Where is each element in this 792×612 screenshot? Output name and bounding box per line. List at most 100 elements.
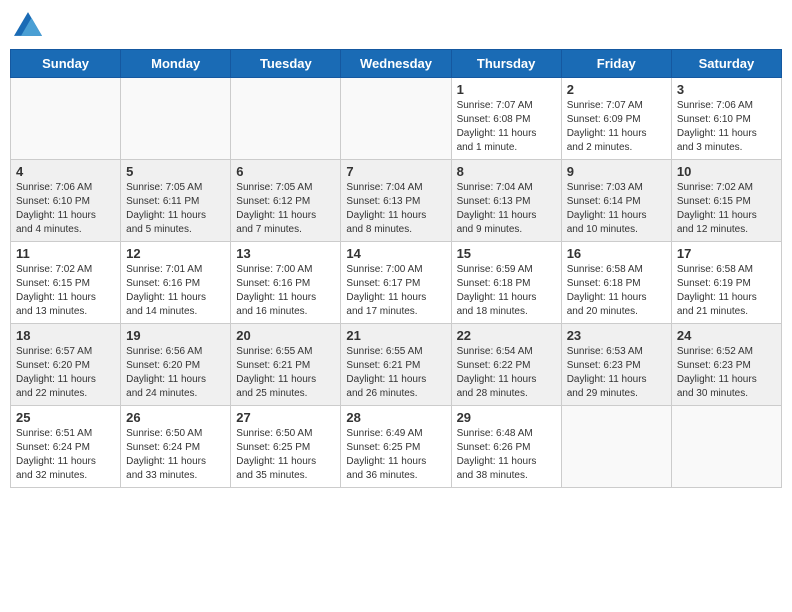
day-info: Sunrise: 7:03 AM Sunset: 6:14 PM Dayligh…	[567, 181, 666, 237]
cell-week4-day6: 24Sunrise: 6:52 AM Sunset: 6:23 PM Dayli…	[671, 324, 781, 406]
cell-week1-day2	[231, 78, 341, 160]
day-number: 12	[126, 246, 225, 261]
day-info: Sunrise: 7:05 AM Sunset: 6:11 PM Dayligh…	[126, 181, 225, 237]
cell-week2-day4: 8 Sunrise: 7:04 AM Sunset: 6:13 PM Daylig…	[451, 160, 561, 242]
day-number: 26	[126, 410, 225, 425]
cell-week5-day0: 25 Sunrise: 6:51 AM Sunset: 6:24 PM Dayli…	[11, 406, 121, 488]
week-row-4: 18 Sunrise: 6:57 AM Sunset: 6:20 PM Dayli…	[11, 324, 782, 406]
week-row-1: 1 Sunrise: 7:07 AM Sunset: 6:08 PM Daylig…	[11, 78, 782, 160]
day-info: Sunrise: 7:06 AM Sunset: 6:10 PM Dayligh…	[677, 99, 776, 155]
cell-week1-day3	[341, 78, 451, 160]
day-info: Sunrise: 7:04 AM Sunset: 6:13 PM Dayligh…	[457, 181, 556, 237]
cell-week3-day5: 16Sunrise: 6:58 AM Sunset: 6:18 PM Dayli…	[561, 242, 671, 324]
day-number: 10	[677, 164, 776, 179]
cell-week3-day4: 15 Sunrise: 6:59 AM Sunset: 6:18 PM Dayli…	[451, 242, 561, 324]
day-info: Sunrise: 6:57 AM Sunset: 6:20 PM Dayligh…	[16, 345, 115, 401]
cell-week5-day4: 29Sunrise: 6:48 AM Sunset: 6:26 PM Dayli…	[451, 406, 561, 488]
cell-week5-day5	[561, 406, 671, 488]
day-number: 15	[457, 246, 556, 261]
day-number: 19	[126, 328, 225, 343]
day-number: 6	[236, 164, 335, 179]
day-number: 8	[457, 164, 556, 179]
cell-week3-day2: 13 Sunrise: 7:00 AM Sunset: 6:16 PM Dayli…	[231, 242, 341, 324]
day-number: 9	[567, 164, 666, 179]
day-number: 13	[236, 246, 335, 261]
day-info: Sunrise: 7:00 AM Sunset: 6:16 PM Dayligh…	[236, 263, 335, 319]
header-saturday: Saturday	[671, 50, 781, 78]
day-info: Sunrise: 6:48 AM Sunset: 6:26 PM Dayligh…	[457, 427, 556, 483]
day-info: Sunrise: 6:50 AM Sunset: 6:25 PM Dayligh…	[236, 427, 335, 483]
logo-icon	[14, 12, 42, 36]
day-info: Sunrise: 7:05 AM Sunset: 6:12 PM Dayligh…	[236, 181, 335, 237]
day-number: 16	[567, 246, 666, 261]
day-number: 21	[346, 328, 445, 343]
cell-week2-day0: 4 Sunrise: 7:06 AM Sunset: 6:10 PM Daylig…	[11, 160, 121, 242]
weekday-header-row: SundayMondayTuesdayWednesdayThursdayFrid…	[11, 50, 782, 78]
day-number: 17	[677, 246, 776, 261]
day-number: 22	[457, 328, 556, 343]
page-header	[10, 10, 782, 41]
day-info: Sunrise: 7:01 AM Sunset: 6:16 PM Dayligh…	[126, 263, 225, 319]
day-info: Sunrise: 6:55 AM Sunset: 6:21 PM Dayligh…	[236, 345, 335, 401]
day-info: Sunrise: 6:59 AM Sunset: 6:18 PM Dayligh…	[457, 263, 556, 319]
week-row-5: 25 Sunrise: 6:51 AM Sunset: 6:24 PM Dayli…	[11, 406, 782, 488]
day-number: 14	[346, 246, 445, 261]
day-info: Sunrise: 7:07 AM Sunset: 6:08 PM Dayligh…	[457, 99, 556, 155]
day-number: 18	[16, 328, 115, 343]
cell-week2-day1: 5 Sunrise: 7:05 AM Sunset: 6:11 PM Daylig…	[121, 160, 231, 242]
cell-week5-day6	[671, 406, 781, 488]
logo	[14, 10, 44, 41]
cell-week4-day5: 23 Sunrise: 6:53 AM Sunset: 6:23 PM Dayli…	[561, 324, 671, 406]
week-row-2: 4 Sunrise: 7:06 AM Sunset: 6:10 PM Daylig…	[11, 160, 782, 242]
cell-week5-day1: 26 Sunrise: 6:50 AM Sunset: 6:24 PM Dayli…	[121, 406, 231, 488]
calendar-table: SundayMondayTuesdayWednesdayThursdayFrid…	[10, 49, 782, 488]
week-row-3: 11 Sunrise: 7:02 AM Sunset: 6:15 PM Dayli…	[11, 242, 782, 324]
cell-week3-day6: 17Sunrise: 6:58 AM Sunset: 6:19 PM Dayli…	[671, 242, 781, 324]
day-info: Sunrise: 6:54 AM Sunset: 6:22 PM Dayligh…	[457, 345, 556, 401]
day-number: 1	[457, 82, 556, 97]
cell-week1-day4: 1 Sunrise: 7:07 AM Sunset: 6:08 PM Daylig…	[451, 78, 561, 160]
header-friday: Friday	[561, 50, 671, 78]
cell-week3-day0: 11 Sunrise: 7:02 AM Sunset: 6:15 PM Dayli…	[11, 242, 121, 324]
cell-week2-day2: 6 Sunrise: 7:05 AM Sunset: 6:12 PM Daylig…	[231, 160, 341, 242]
day-number: 2	[567, 82, 666, 97]
day-number: 23	[567, 328, 666, 343]
day-number: 3	[677, 82, 776, 97]
cell-week5-day3: 28 Sunrise: 6:49 AM Sunset: 6:25 PM Dayli…	[341, 406, 451, 488]
cell-week4-day2: 20 Sunrise: 6:55 AM Sunset: 6:21 PM Dayli…	[231, 324, 341, 406]
cell-week2-day5: 9 Sunrise: 7:03 AM Sunset: 6:14 PM Daylig…	[561, 160, 671, 242]
cell-week4-day3: 21 Sunrise: 6:55 AM Sunset: 6:21 PM Dayli…	[341, 324, 451, 406]
day-number: 27	[236, 410, 335, 425]
cell-week4-day1: 19 Sunrise: 6:56 AM Sunset: 6:20 PM Dayli…	[121, 324, 231, 406]
cell-week2-day6: 10Sunrise: 7:02 AM Sunset: 6:15 PM Dayli…	[671, 160, 781, 242]
day-number: 5	[126, 164, 225, 179]
day-number: 7	[346, 164, 445, 179]
day-info: Sunrise: 6:50 AM Sunset: 6:24 PM Dayligh…	[126, 427, 225, 483]
day-info: Sunrise: 6:51 AM Sunset: 6:24 PM Dayligh…	[16, 427, 115, 483]
day-number: 25	[16, 410, 115, 425]
cell-week3-day3: 14 Sunrise: 7:00 AM Sunset: 6:17 PM Dayli…	[341, 242, 451, 324]
day-info: Sunrise: 7:00 AM Sunset: 6:17 PM Dayligh…	[346, 263, 445, 319]
day-number: 11	[16, 246, 115, 261]
header-tuesday: Tuesday	[231, 50, 341, 78]
day-info: Sunrise: 6:55 AM Sunset: 6:21 PM Dayligh…	[346, 345, 445, 401]
cell-week2-day3: 7 Sunrise: 7:04 AM Sunset: 6:13 PM Daylig…	[341, 160, 451, 242]
cell-week3-day1: 12 Sunrise: 7:01 AM Sunset: 6:16 PM Dayli…	[121, 242, 231, 324]
cell-week4-day0: 18 Sunrise: 6:57 AM Sunset: 6:20 PM Dayli…	[11, 324, 121, 406]
header-sunday: Sunday	[11, 50, 121, 78]
cell-week4-day4: 22 Sunrise: 6:54 AM Sunset: 6:22 PM Dayli…	[451, 324, 561, 406]
day-info: Sunrise: 6:56 AM Sunset: 6:20 PM Dayligh…	[126, 345, 225, 401]
cell-week5-day2: 27 Sunrise: 6:50 AM Sunset: 6:25 PM Dayli…	[231, 406, 341, 488]
day-info: Sunrise: 7:02 AM Sunset: 6:15 PM Dayligh…	[16, 263, 115, 319]
day-info: Sunrise: 6:52 AM Sunset: 6:23 PM Dayligh…	[677, 345, 776, 401]
day-number: 28	[346, 410, 445, 425]
day-number: 4	[16, 164, 115, 179]
day-info: Sunrise: 6:53 AM Sunset: 6:23 PM Dayligh…	[567, 345, 666, 401]
day-info: Sunrise: 7:07 AM Sunset: 6:09 PM Dayligh…	[567, 99, 666, 155]
day-info: Sunrise: 7:04 AM Sunset: 6:13 PM Dayligh…	[346, 181, 445, 237]
day-number: 20	[236, 328, 335, 343]
day-info: Sunrise: 7:06 AM Sunset: 6:10 PM Dayligh…	[16, 181, 115, 237]
cell-week1-day5: 2 Sunrise: 7:07 AM Sunset: 6:09 PM Daylig…	[561, 78, 671, 160]
day-info: Sunrise: 6:49 AM Sunset: 6:25 PM Dayligh…	[346, 427, 445, 483]
header-thursday: Thursday	[451, 50, 561, 78]
